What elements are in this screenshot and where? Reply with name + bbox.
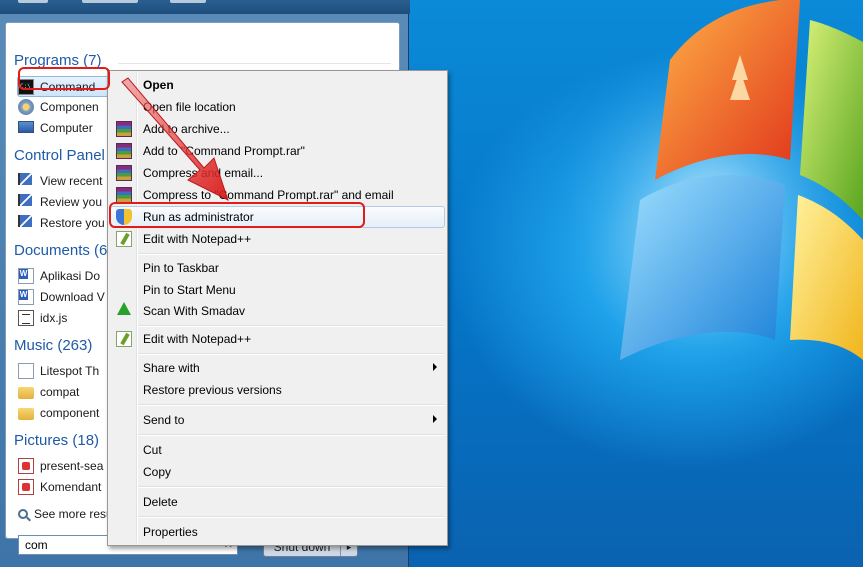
menu-item-label: Open [143,78,174,92]
menu-item-share-with[interactable]: Share with [110,357,445,379]
folder-icon [18,387,34,399]
result-label: Review you [40,195,103,209]
menu-item-copy[interactable]: Copy [110,461,445,483]
menu-item-send-to[interactable]: Send to [110,409,445,431]
menu-item-open[interactable]: Open [110,74,445,96]
menu-separator [138,325,444,327]
see-more-label: See more resu [34,507,113,521]
menu-item-label: Add to archive... [143,122,230,136]
result-label: View recent [40,174,103,188]
result-label: Restore you [40,216,105,230]
group-header-pictures[interactable]: Pictures (18) [14,432,99,449]
computer-icon [18,121,34,133]
result-label: compat [40,385,80,399]
menu-item-edit-notepadpp-2[interactable]: Edit with Notepad++ [110,328,445,350]
menu-item-add-to-archive[interactable]: Add to archive... [110,118,445,140]
pdf-file-icon [18,479,34,495]
menu-item-label: Restore previous versions [143,383,282,397]
search-icon [18,509,28,519]
highlight-box-command [18,67,110,90]
menu-item-pin-to-start-menu[interactable]: Pin to Start Menu [110,279,445,301]
menu-item-delete[interactable]: Delete [110,491,445,513]
word-document-icon [18,268,34,284]
menu-item-label: Edit with Notepad++ [143,332,252,346]
menu-item-cut[interactable]: Cut [110,439,445,461]
menu-item-properties[interactable]: Properties [110,521,445,543]
result-label: Komendant [40,480,102,494]
component-services-icon [18,99,34,115]
see-more-results-link[interactable]: See more resu [18,507,113,521]
menu-item-scan-smadav[interactable]: Scan With Smadav [110,300,445,322]
menu-separator [138,353,444,355]
notepadpp-icon [116,331,132,347]
menu-item-label: Send to [143,413,185,427]
result-label: Download V [40,290,105,304]
folder-icon [18,408,34,420]
winrar-icon [116,187,132,203]
menu-item-label: Compress to "Command Prompt.rar" and ema… [143,188,394,202]
action-center-flag-icon [18,194,34,210]
result-label: Componen [40,100,99,114]
action-center-flag-icon [18,173,34,189]
menu-item-label: Add to "Command Prompt.rar" [143,144,305,158]
result-label: present-sea [40,459,104,473]
menu-item-label: Cut [143,443,162,457]
group-header-documents[interactable]: Documents (6 [14,242,107,259]
menu-item-label: Compress and email... [143,166,264,180]
windows-logo [560,0,863,380]
smadav-icon [117,302,133,318]
menu-item-open-file-location[interactable]: Open file location [110,96,445,118]
winrar-icon [116,165,132,181]
highlight-box-run-as-admin [109,202,365,228]
menu-item-label: Properties [143,525,198,539]
notepadpp-icon [116,231,132,247]
menu-separator [138,404,444,406]
menu-item-restore-previous-versions[interactable]: Restore previous versions [110,379,445,401]
group-divider [118,63,391,64]
menu-item-label: Scan With Smadav [143,304,246,318]
menu-separator [138,434,444,436]
menu-item-compress-and-email[interactable]: Compress and email... [110,162,445,184]
result-label: idx.js [40,311,68,325]
script-file-icon [18,310,34,326]
menu-item-label: Pin to Start Menu [143,283,236,297]
menu-item-label: Pin to Taskbar [143,261,219,275]
word-document-icon [18,289,34,305]
action-center-flag-icon [18,215,34,231]
menu-item-pin-to-taskbar[interactable]: Pin to Taskbar [110,257,445,279]
menu-item-label: Share with [143,361,200,375]
top-strip [0,0,410,14]
submenu-arrow-icon [433,415,437,423]
winrar-icon [116,121,132,137]
smadav-triangle [117,302,131,315]
group-header-control-panel[interactable]: Control Panel [14,147,105,164]
search-value: com [25,538,48,552]
result-label: Computer [40,121,93,135]
pdf-file-icon [18,458,34,474]
menu-separator [138,253,444,255]
winrar-icon [116,143,132,159]
result-label: Aplikasi Do [40,269,101,283]
result-label: component [40,406,100,420]
menu-separator [138,516,444,518]
menu-item-add-to-rar[interactable]: Add to "Command Prompt.rar" [110,140,445,162]
result-label: Litespot Th [40,364,100,378]
menu-separator [138,486,444,488]
text-file-icon [18,363,34,379]
menu-item-label: Edit with Notepad++ [143,232,252,246]
submenu-arrow-icon [433,363,437,371]
menu-item-label: Open file location [143,100,236,114]
context-menu: Open Open file location Add to archive..… [107,70,448,546]
menu-item-label: Copy [143,465,172,479]
menu-item-edit-notepadpp[interactable]: Edit with Notepad++ [110,228,445,250]
group-header-music[interactable]: Music (263) [14,337,92,354]
menu-item-label: Delete [143,495,178,509]
